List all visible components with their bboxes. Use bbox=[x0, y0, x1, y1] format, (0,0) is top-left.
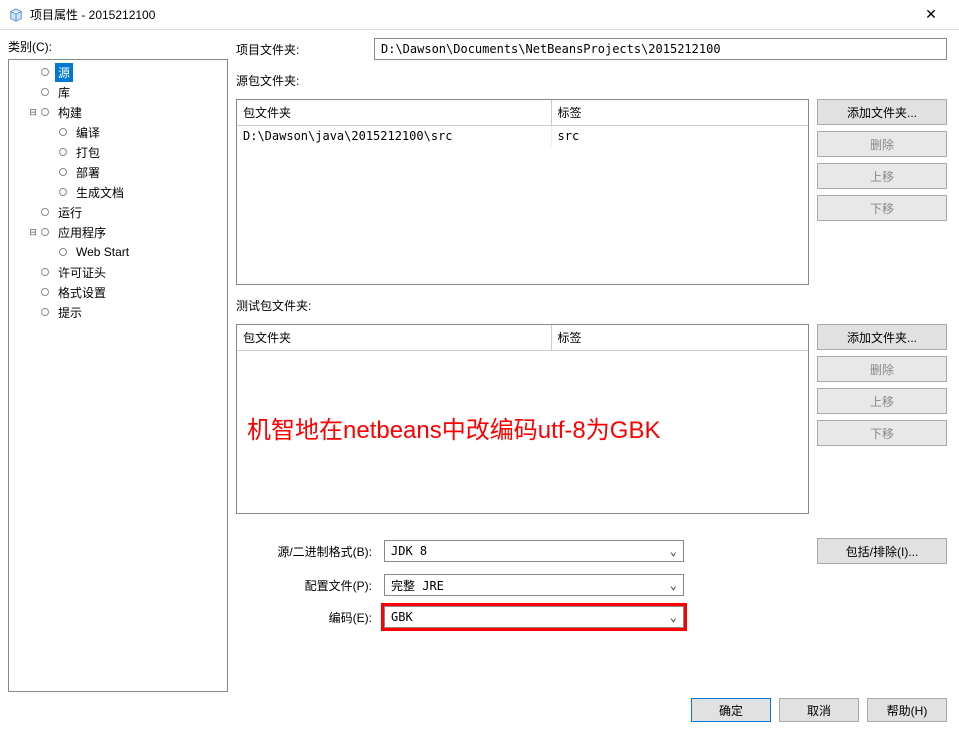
app-icon bbox=[8, 7, 24, 23]
add-folder-button-src[interactable]: 添加文件夹... bbox=[817, 99, 947, 125]
collapse-icon[interactable]: ⊟ bbox=[27, 226, 39, 238]
tree-item[interactable]: ⊟ 应用程序 bbox=[9, 222, 227, 242]
tree-spacer bbox=[27, 206, 39, 218]
bullet-icon bbox=[59, 128, 67, 136]
tree-spacer bbox=[45, 166, 57, 178]
bullet-icon bbox=[41, 308, 49, 316]
tree-spacer bbox=[27, 266, 39, 278]
col-tag[interactable]: 标签 bbox=[551, 100, 808, 126]
col-folder-test[interactable]: 包文件夹 bbox=[237, 325, 551, 351]
project-folder-label: 项目文件夹: bbox=[236, 41, 366, 58]
tree-item[interactable]: ⊟ 构建 bbox=[9, 102, 227, 122]
tree-item-label: 构建 bbox=[55, 103, 85, 122]
tree-spacer bbox=[45, 246, 57, 258]
profile-label: 配置文件(P): bbox=[236, 577, 376, 594]
bullet-icon bbox=[41, 228, 49, 236]
tree-item-label: 生成文档 bbox=[73, 183, 127, 202]
tree-item[interactable]: 打包 bbox=[9, 142, 227, 162]
tree-spacer bbox=[45, 146, 57, 158]
collapse-icon[interactable]: ⊟ bbox=[27, 106, 39, 118]
bullet-icon bbox=[41, 208, 49, 216]
tree-item[interactable]: 运行 bbox=[9, 202, 227, 222]
move-down-button-test[interactable]: 下移 bbox=[817, 420, 947, 446]
main-panel: 项目文件夹: 源包文件夹: 包文件夹 标签 D:\Dawson\java\201… bbox=[236, 38, 951, 692]
tree-item-label: 许可证头 bbox=[55, 263, 109, 282]
annotation-text: 机智地在netbeans中改编码utf-8为GBK bbox=[247, 410, 660, 445]
bullet-icon bbox=[41, 268, 49, 276]
tree-item-label: 应用程序 bbox=[55, 223, 109, 242]
project-folder-input[interactable] bbox=[374, 38, 947, 60]
test-pkg-label: 测试包文件夹: bbox=[236, 297, 947, 314]
bullet-icon bbox=[41, 288, 49, 296]
tree-item[interactable]: 生成文档 bbox=[9, 182, 227, 202]
encoding-label: 编码(E): bbox=[236, 609, 376, 626]
bullet-icon bbox=[41, 88, 49, 96]
tree-item-label: 格式设置 bbox=[55, 283, 109, 302]
tree-spacer bbox=[27, 86, 39, 98]
source-pkg-table[interactable]: 包文件夹 标签 D:\Dawson\java\2015212100\srcsrc bbox=[236, 99, 809, 285]
col-tag-test[interactable]: 标签 bbox=[551, 325, 808, 351]
move-up-button-src[interactable]: 上移 bbox=[817, 163, 947, 189]
tree-item-label: Web Start bbox=[73, 244, 132, 260]
tree-item[interactable]: 提示 bbox=[9, 302, 227, 322]
bullet-icon bbox=[59, 188, 67, 196]
cell-folder: D:\Dawson\java\2015212100\src bbox=[237, 126, 551, 147]
move-up-button-test[interactable]: 上移 bbox=[817, 388, 947, 414]
tree-spacer bbox=[45, 126, 57, 138]
tree-item-label: 库 bbox=[55, 83, 73, 102]
tree-item[interactable]: 部署 bbox=[9, 162, 227, 182]
tree-spacer bbox=[27, 66, 39, 78]
tree-item[interactable]: 编译 bbox=[9, 122, 227, 142]
tree-spacer bbox=[27, 286, 39, 298]
delete-button-test[interactable]: 删除 bbox=[817, 356, 947, 382]
bullet-icon bbox=[59, 148, 67, 156]
help-button[interactable]: 帮助(H) bbox=[867, 698, 947, 722]
close-button[interactable]: ✕ bbox=[911, 0, 951, 30]
tree-spacer bbox=[27, 306, 39, 318]
delete-button-src[interactable]: 删除 bbox=[817, 131, 947, 157]
move-down-button-src[interactable]: 下移 bbox=[817, 195, 947, 221]
bullet-icon bbox=[59, 248, 67, 256]
titlebar: 项目属性 - 2015212100 ✕ bbox=[0, 0, 959, 30]
category-label: 类别(C): bbox=[8, 38, 228, 55]
tree-item-label: 运行 bbox=[55, 203, 85, 222]
cancel-button[interactable]: 取消 bbox=[779, 698, 859, 722]
col-folder[interactable]: 包文件夹 bbox=[237, 100, 551, 126]
tree-item-label: 编译 bbox=[73, 123, 103, 142]
tree-item-label: 提示 bbox=[55, 303, 85, 322]
tree-item[interactable]: 格式设置 bbox=[9, 282, 227, 302]
tree-item-label: 源 bbox=[55, 63, 73, 82]
profile-dropdown[interactable]: 完整 JRE bbox=[384, 574, 684, 596]
table-row[interactable]: D:\Dawson\java\2015212100\srcsrc bbox=[237, 126, 808, 147]
bullet-icon bbox=[41, 108, 49, 116]
category-tree[interactable]: 源库 ⊟ 构建编译打包部署生成文档运行 ⊟ 应用程序 Web Start 许可证头格式设置提… bbox=[8, 59, 228, 692]
tree-spacer bbox=[45, 186, 57, 198]
tree-item[interactable]: 库 bbox=[9, 82, 227, 102]
tree-item-label: 部署 bbox=[73, 163, 103, 182]
binary-format-label: 源/二进制格式(B): bbox=[236, 543, 376, 560]
tree-item[interactable]: 源 bbox=[9, 62, 227, 82]
add-folder-button-test[interactable]: 添加文件夹... bbox=[817, 324, 947, 350]
bullet-icon bbox=[59, 168, 67, 176]
footer: 确定 取消 帮助(H) bbox=[0, 700, 959, 728]
tree-item[interactable]: Web Start bbox=[9, 242, 227, 262]
sidebar: 类别(C): 源库 ⊟ 构建编译打包部署生成文档运行 ⊟ 应用程序 Web Start 许可… bbox=[8, 38, 228, 692]
test-pkg-table[interactable]: 包文件夹 标签 机智地在netbeans中改编码utf-8为GBK bbox=[236, 324, 809, 514]
include-exclude-button[interactable]: 包括/排除(I)... bbox=[817, 538, 947, 564]
encoding-dropdown[interactable]: GBK bbox=[384, 606, 684, 628]
window-title: 项目属性 - 2015212100 bbox=[30, 6, 911, 23]
binary-format-dropdown[interactable]: JDK 8 bbox=[384, 540, 684, 562]
cell-tag: src bbox=[551, 126, 808, 147]
tree-item-label: 打包 bbox=[73, 143, 103, 162]
bullet-icon bbox=[41, 68, 49, 76]
tree-item[interactable]: 许可证头 bbox=[9, 262, 227, 282]
source-pkg-label: 源包文件夹: bbox=[236, 72, 947, 89]
ok-button[interactable]: 确定 bbox=[691, 698, 771, 722]
